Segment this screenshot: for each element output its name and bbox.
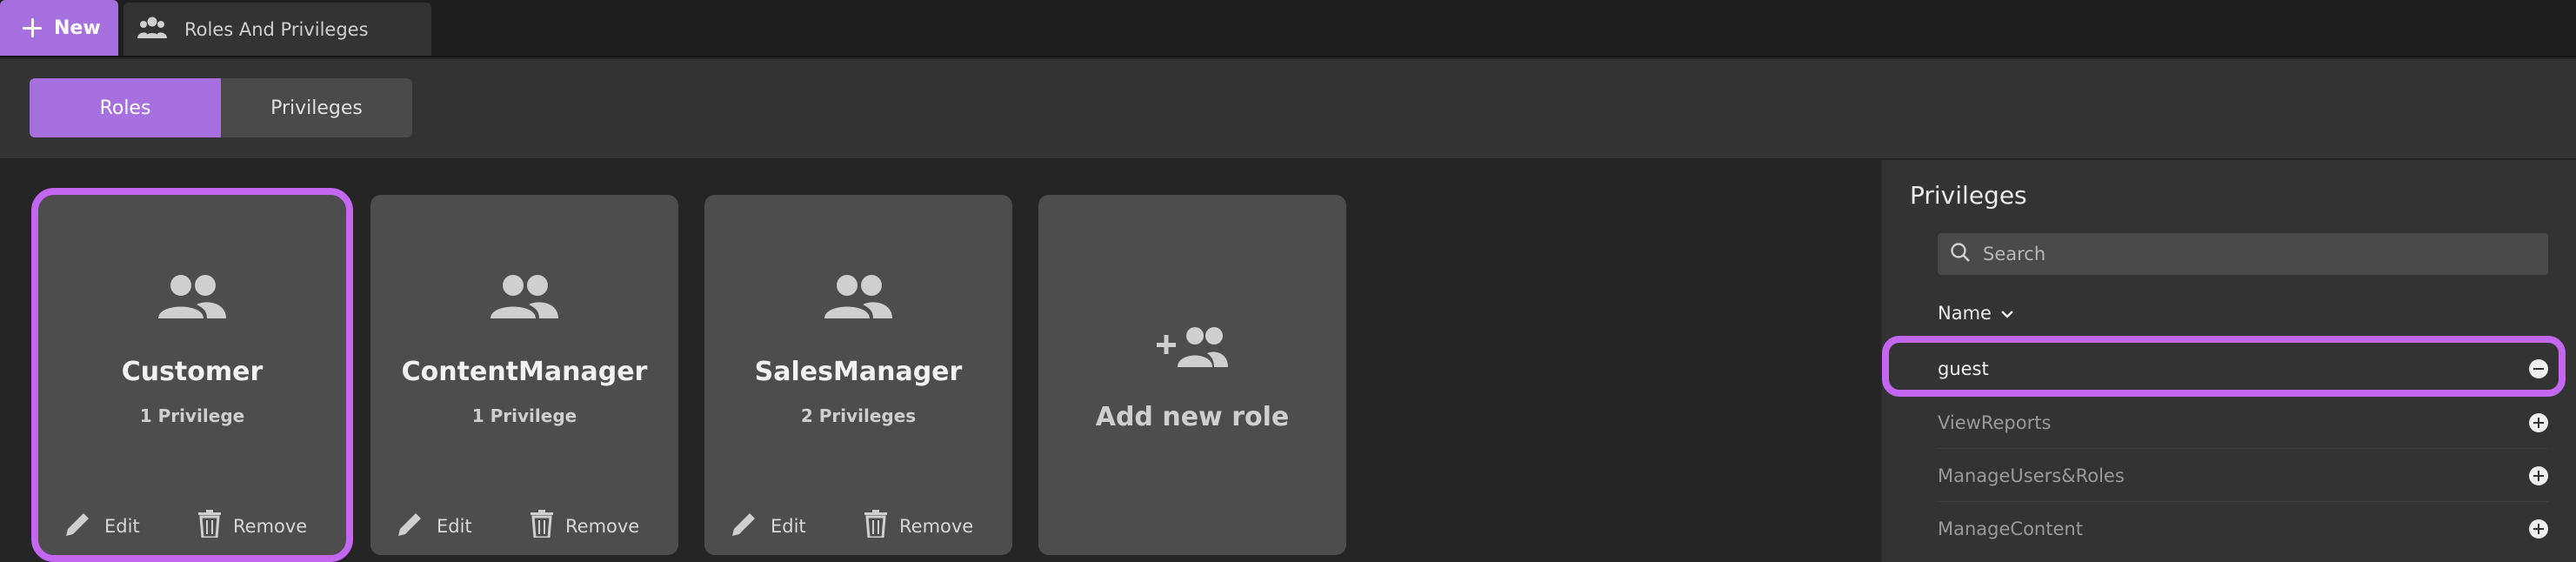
- remove-privilege-icon[interactable]: [2529, 358, 2548, 378]
- privilege-row-managecontent[interactable]: ManageContent: [1938, 503, 2548, 555]
- pencil-icon: [731, 510, 758, 542]
- remove-role-button[interactable]: Remove: [864, 510, 973, 542]
- trash-icon: [864, 510, 887, 542]
- privilege-name: ManageUsers&Roles: [1938, 465, 2125, 486]
- edit-label: Edit: [104, 515, 140, 537]
- search-input[interactable]: [1983, 244, 2505, 264]
- group-icon: [137, 15, 167, 44]
- tab-roles-and-privileges[interactable]: Roles And Privileges: [123, 3, 431, 56]
- pencil-icon: [397, 510, 424, 542]
- role-cards-area: Customer 1 Privilege Edit Remove Content…: [0, 160, 1880, 562]
- edit-label: Edit: [437, 515, 472, 537]
- role-card-contentmanager[interactable]: ContentManager 1 Privilege Edit Remove: [370, 195, 678, 555]
- new-button[interactable]: New: [0, 0, 118, 56]
- people-icon: [158, 273, 226, 325]
- role-card-customer[interactable]: Customer 1 Privilege Edit Remove: [31, 188, 353, 562]
- tab-title: Roles And Privileges: [184, 18, 369, 40]
- people-icon: [824, 273, 892, 325]
- privileges-panel: Privileges Name guest ViewReports Manage…: [1880, 160, 2576, 562]
- remove-label: Remove: [233, 515, 308, 537]
- new-button-label: New: [54, 17, 101, 39]
- roles-toggle-button[interactable]: Roles: [30, 78, 221, 137]
- privilege-name: ManageContent: [1938, 519, 2083, 539]
- add-new-role-card[interactable]: Add new role: [1038, 195, 1346, 555]
- privilege-name: guest: [1938, 358, 1989, 379]
- role-privilege-count: 1 Privilege: [471, 405, 577, 426]
- role-name: ContentManager: [401, 357, 648, 387]
- role-privilege-count: 1 Privilege: [139, 405, 245, 426]
- plus-icon: [23, 18, 42, 37]
- sort-label: Name: [1938, 303, 1992, 324]
- role-name: Customer: [121, 357, 264, 387]
- edit-role-button[interactable]: Edit: [397, 510, 472, 542]
- privilege-row-manageusers-roles[interactable]: ManageUsers&Roles: [1938, 450, 2548, 502]
- role-card-salesmanager[interactable]: SalesManager 2 Privileges Edit Remove: [704, 195, 1012, 555]
- top-tab-bar: New Roles And Privileges: [0, 0, 2576, 57]
- privilege-row-guest[interactable]: guest: [1938, 343, 2548, 395]
- pencil-icon: [64, 510, 92, 542]
- add-new-role-label: Add new role: [1095, 402, 1290, 432]
- panel-title: Privileges: [1910, 181, 2027, 210]
- add-privilege-icon[interactable]: [2529, 465, 2548, 485]
- search-icon: [1950, 242, 1971, 266]
- add-privilege-icon[interactable]: [2529, 519, 2548, 539]
- chevron-down-icon: [2000, 303, 2014, 324]
- privilege-row-viewreports[interactable]: ViewReports: [1938, 397, 2548, 449]
- remove-label: Remove: [565, 515, 640, 537]
- role-name: SalesManager: [754, 357, 963, 387]
- edit-label: Edit: [771, 515, 806, 537]
- trash-icon: [531, 510, 553, 542]
- add-group-icon: [1157, 325, 1228, 372]
- role-privilege-count: 2 Privileges: [800, 405, 917, 426]
- remove-role-button[interactable]: Remove: [531, 510, 639, 542]
- trash-icon: [198, 510, 221, 542]
- privileges-toggle-button[interactable]: Privileges: [221, 78, 412, 137]
- view-toggle-bar: Roles Privileges: [0, 59, 2576, 160]
- people-icon: [491, 273, 558, 325]
- privilege-search-box: [1938, 233, 2548, 275]
- privilege-name: ViewReports: [1938, 411, 2052, 433]
- edit-role-button[interactable]: Edit: [731, 510, 806, 542]
- edit-role-button[interactable]: Edit: [64, 510, 140, 542]
- remove-role-button[interactable]: Remove: [198, 510, 307, 542]
- add-privilege-icon[interactable]: [2529, 412, 2548, 432]
- remove-label: Remove: [899, 515, 974, 537]
- sort-by-name-header[interactable]: Name: [1938, 303, 2014, 324]
